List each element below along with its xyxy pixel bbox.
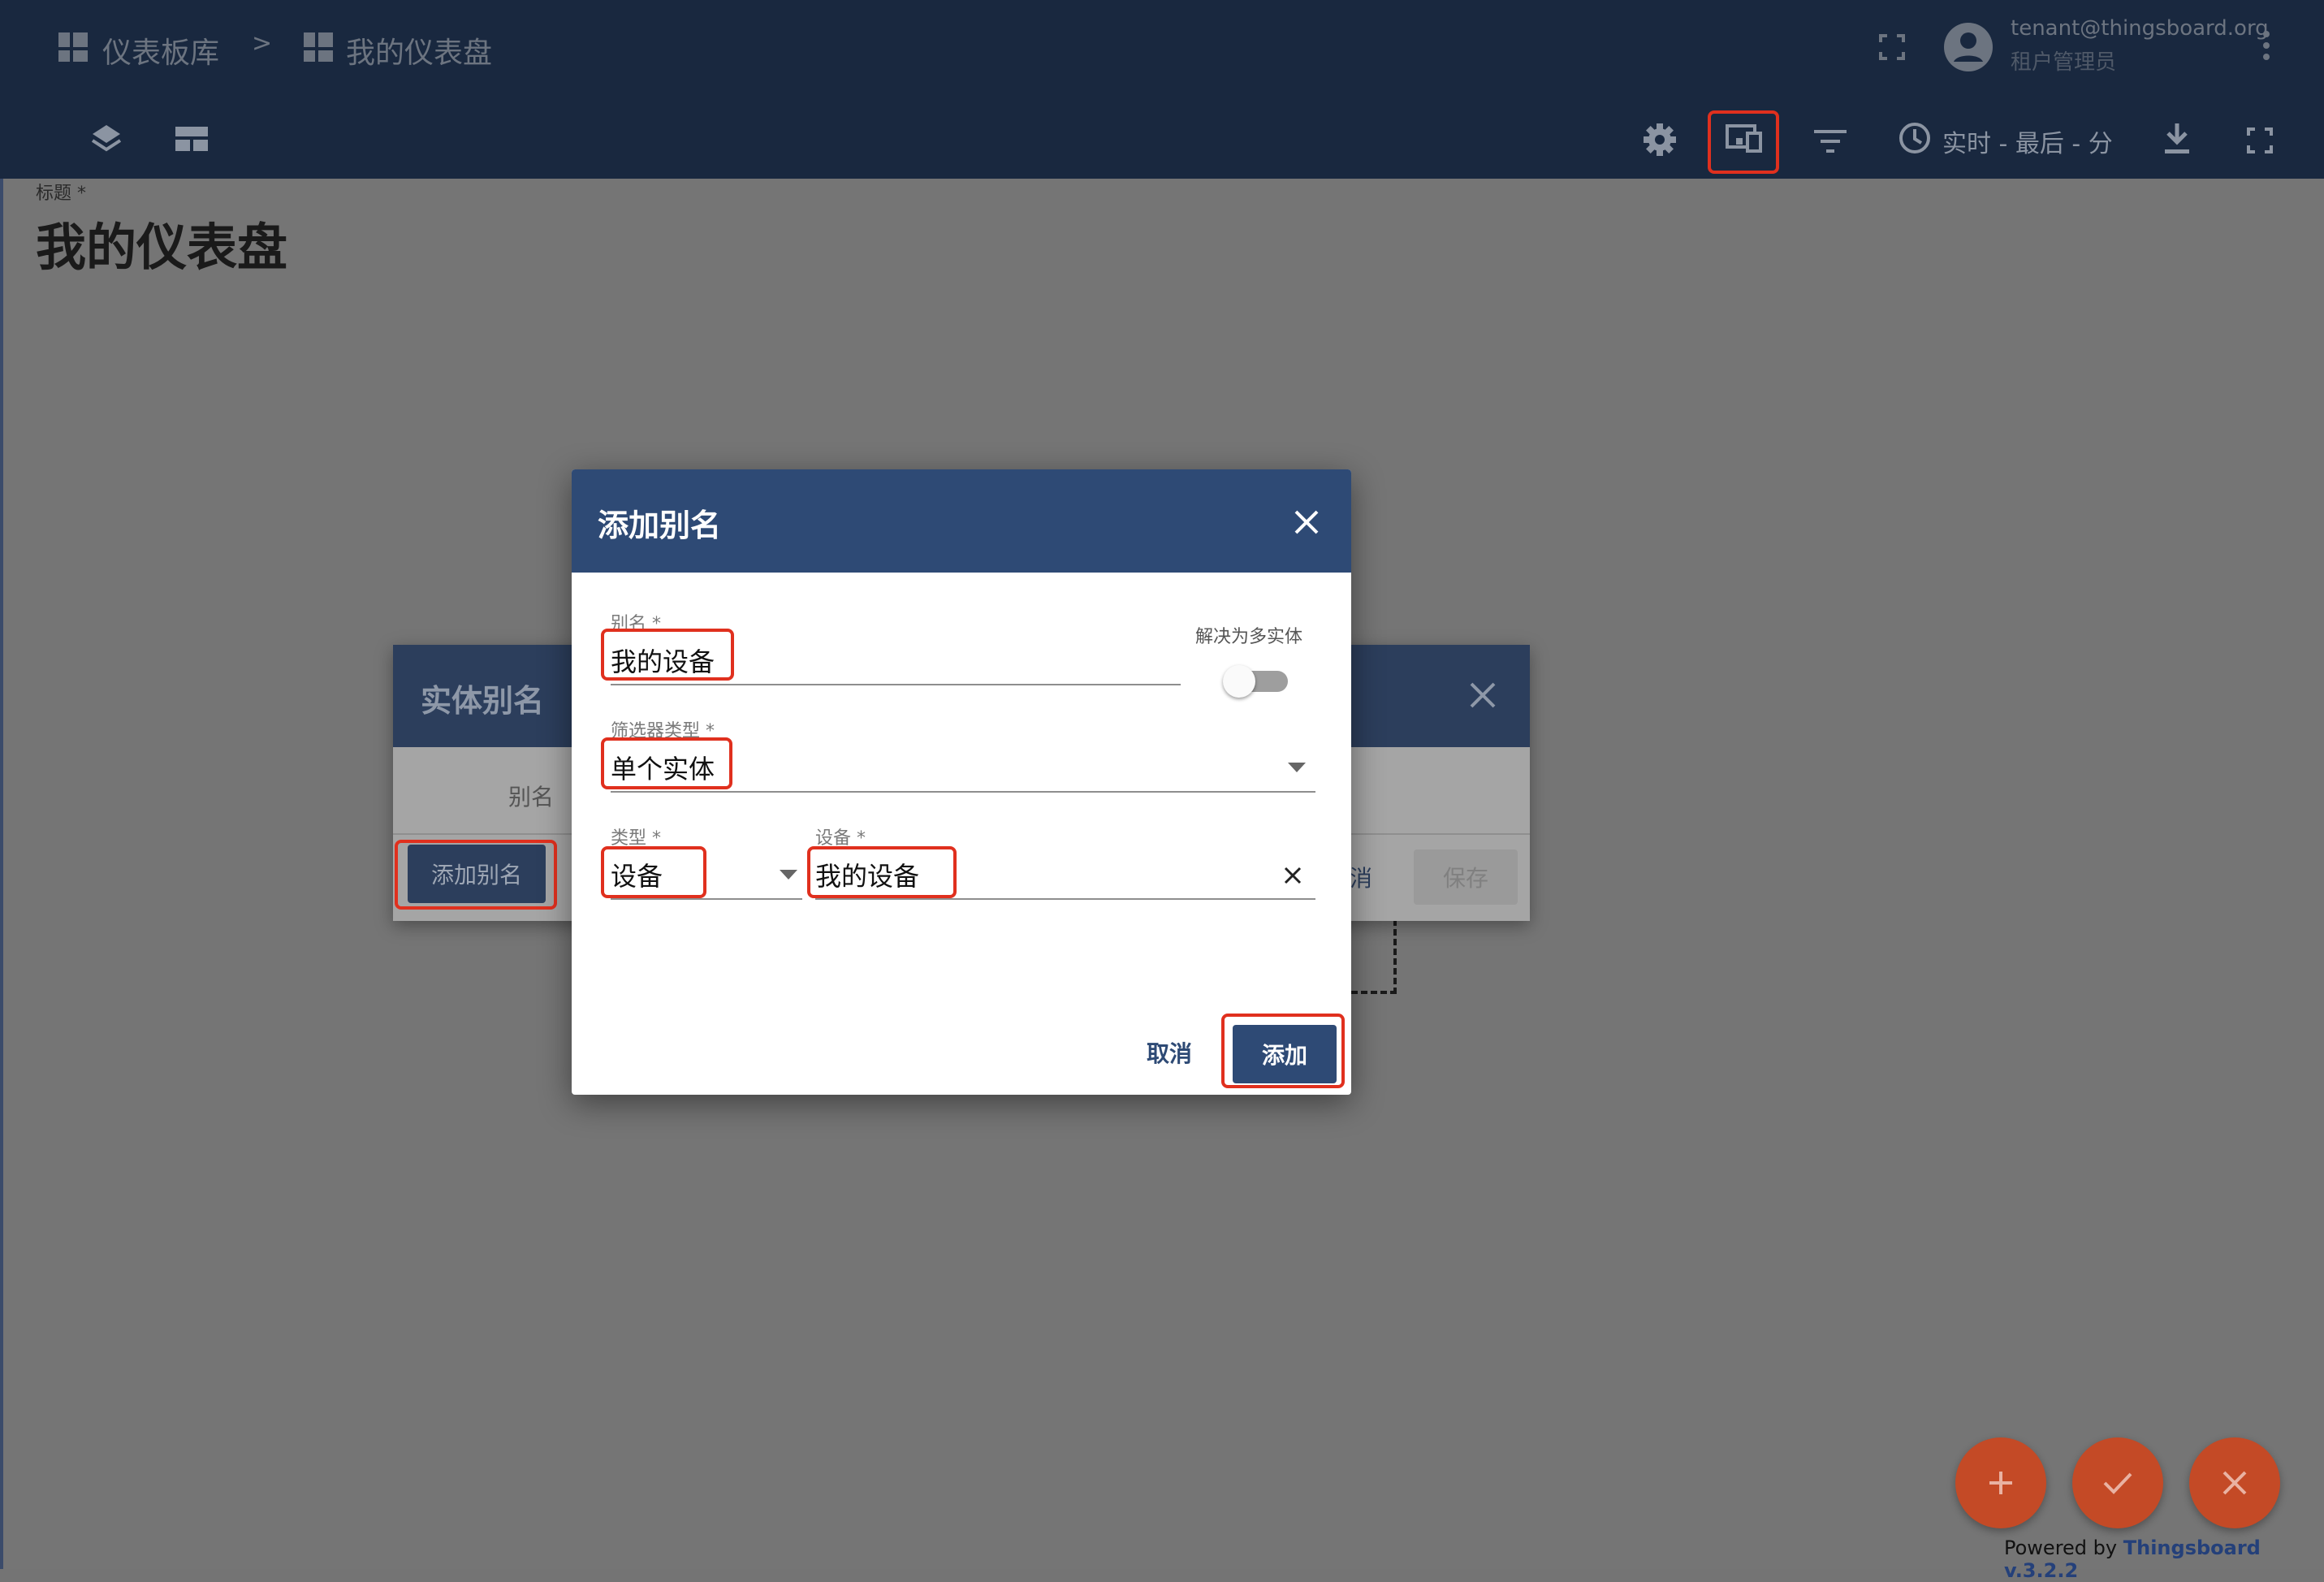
plus-icon [1989, 1472, 2012, 1494]
footer-powered-by: Powered by Thingsboard v.3.2.2 [2004, 1537, 2324, 1582]
check-icon [2103, 1472, 2132, 1494]
discard-changes-fab[interactable] [2189, 1437, 2280, 1528]
layout-icon[interactable] [175, 127, 208, 151]
top-header-bar: 仪表板库 > 我的仪表盘 tenant@thingsboard.org 租户管理… [0, 0, 2324, 96]
widget-placeholder-outline [1351, 910, 1397, 994]
add-alias-highlight [395, 840, 557, 910]
add-alias-header: 添加别名 [572, 469, 1351, 573]
dashboard-title-input[interactable]: 我的仪表盘 [36, 206, 287, 279]
toolbar-fullscreen-icon[interactable] [2246, 127, 2274, 154]
fullscreen-icon[interactable] [1877, 32, 1907, 62]
type-dropdown-icon[interactable] [780, 867, 797, 883]
resolve-multiple-toggle[interactable] [1223, 665, 1288, 698]
alias-column-header: 别名 [508, 784, 555, 810]
type-highlight [601, 846, 706, 898]
add-alias-dialog: 添加别名 别名 * 我的设备 解决为多实体 筛选器类型 * 单个实体 类型 * … [572, 469, 1351, 1095]
settings-gear-icon[interactable] [1642, 122, 1678, 158]
more-vert-icon[interactable] [2254, 29, 2279, 62]
account-avatar-icon[interactable] [1942, 21, 1994, 73]
filter-type-underline [611, 791, 1315, 793]
alias-highlight [601, 629, 734, 681]
entity-aliases-title: 实体别名 [421, 683, 545, 719]
type-underline [611, 898, 802, 900]
resolve-multiple-label: 解决为多实体 [1195, 627, 1303, 647]
layers-icon[interactable] [89, 122, 123, 156]
clock-icon[interactable] [1899, 122, 1931, 154]
download-icon[interactable] [2163, 122, 2191, 154]
dashboards-icon [58, 32, 88, 62]
filter-type-highlight [601, 737, 732, 789]
close-icon [2222, 1471, 2247, 1495]
breadcrumb-my-dashboard[interactable]: 我的仪表盘 [346, 29, 492, 71]
entity-aliases-highlight [1708, 110, 1779, 174]
breadcrumb-dashboard-library[interactable]: 仪表板库 [102, 29, 219, 71]
add-alias-title: 添加别名 [598, 508, 722, 543]
dashboard-icon [304, 32, 333, 62]
breadcrumb-separator: > [252, 29, 273, 58]
device-clear-icon[interactable] [1283, 866, 1302, 888]
cancel-button[interactable]: 取消 [1147, 1036, 1192, 1069]
dialog-close-icon[interactable] [1293, 508, 1320, 539]
powered-by-text: Powered by [2004, 1537, 2118, 1559]
entity-aliases-close-icon[interactable] [1468, 681, 1497, 713]
apply-changes-fab[interactable] [2072, 1437, 2163, 1528]
dashboard-toolbar: 实时 - 最后 - 分 [0, 96, 2324, 179]
user-email: tenant@thingsboard.org [2011, 16, 2269, 41]
filter-icon[interactable] [1814, 130, 1847, 153]
filter-type-dropdown-icon[interactable] [1288, 760, 1306, 776]
device-underline [815, 898, 1315, 900]
device-highlight [807, 846, 957, 898]
cancel-button-partial[interactable]: 消 [1350, 861, 1372, 893]
timewindow-label[interactable]: 实时 - 最后 - 分 [1942, 123, 2113, 159]
alias-underline [611, 684, 1181, 685]
add-button-highlight [1221, 1014, 1345, 1088]
dashboard-title-label: 标题 * [36, 184, 86, 204]
toggle-knob [1223, 665, 1255, 698]
add-widget-fab[interactable] [1955, 1437, 2046, 1528]
user-role: 租户管理员 [2011, 50, 2117, 75]
save-button[interactable]: 保存 [1414, 849, 1518, 905]
